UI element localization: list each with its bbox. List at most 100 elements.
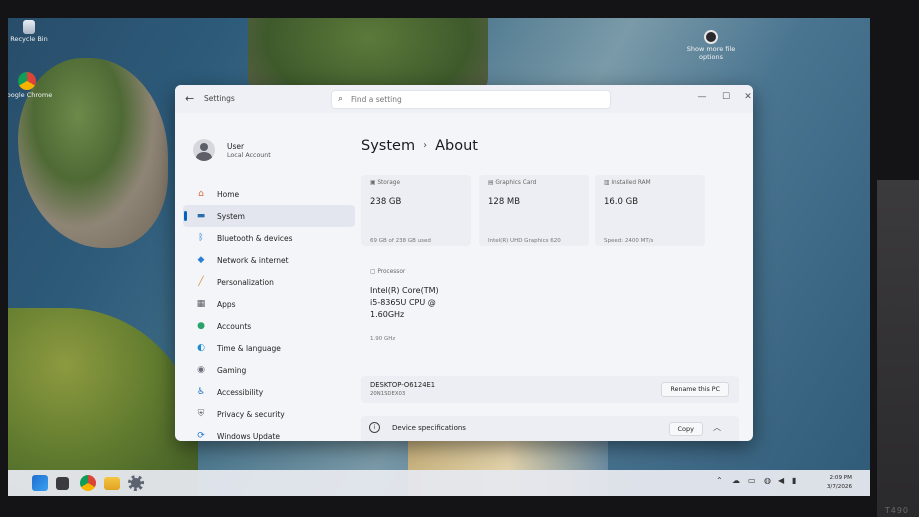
sidebar-item-gaming[interactable]: ◉ Gaming [183, 359, 355, 381]
ram-value: 16.0 GB [604, 197, 639, 207]
search-box[interactable]: ⌕ [331, 90, 611, 109]
graphics-model: Intel(R) UHD Graphics 620 [488, 238, 561, 244]
task-view-icon[interactable] [56, 477, 69, 490]
apps-icon: ▦ [196, 299, 206, 309]
sidebar-item-label: Network & internet [217, 255, 289, 265]
sidebar-item-bluetooth-devices[interactable]: ᛒ Bluetooth & devices [183, 227, 355, 249]
settings-taskbar-icon[interactable] [128, 475, 144, 491]
storage-usage: 69 GB of 238 GB used [370, 238, 431, 244]
processor-card[interactable]: ▢ Processor Intel(R) Core(TM) i5-8365U C… [361, 265, 709, 351]
sidebar-item-home[interactable]: ⌂ Home [183, 183, 355, 205]
sidebar-item-accounts[interactable]: ● Accounts [183, 315, 355, 337]
sidebar-nav: ⌂ Home ▬ System ᛒ Bluetooth & devices ◆ Network… [183, 183, 355, 441]
accessibility-icon: ♿ [196, 387, 206, 397]
close-button[interactable]: ✕ [741, 92, 753, 102]
desktop: Recycle Bin Google Chrome Show more file… [8, 18, 870, 496]
chevron-up-icon[interactable]: ︿ [713, 422, 721, 433]
breadcrumb: System › About [361, 138, 478, 154]
storage-card[interactable]: ▣ Storage 238 GB 69 GB of 238 GB used [361, 175, 471, 246]
network-icon[interactable]: ◍ [764, 476, 771, 485]
sidebar-item-label: Home [217, 189, 240, 199]
home-icon: ⌂ [198, 189, 204, 199]
device-name: DESKTOP-O6124E1 [370, 381, 436, 389]
graphics-label: ▤ Graphics Card [488, 180, 537, 186]
ram-label: ▥ Installed RAM [604, 180, 651, 186]
minimize-button[interactable]: — [695, 92, 709, 102]
shield-icon: ⛨ [197, 409, 205, 419]
main-content: System › About ▣ Storage 238 GB 69 GB of 2… [361, 113, 753, 441]
user-profile[interactable]: User Local Account [193, 139, 353, 169]
ram-card[interactable]: ▥ Installed RAM 16.0 GB Speed: 2400 MT/s [595, 175, 705, 246]
sidebar-item-system[interactable]: ▬ System [183, 205, 355, 227]
breadcrumb-system[interactable]: System [361, 138, 415, 154]
graphics-value: 128 MB [488, 197, 521, 207]
title-bar: ← Settings ⌕ — ☐ ✕ [175, 85, 753, 113]
volume-icon[interactable]: ◀ [778, 476, 784, 485]
system-icon: ▬ [196, 211, 206, 221]
chrome-icon [18, 72, 36, 90]
globe-icon: ◐ [197, 343, 205, 353]
sidebar-item-windows-update[interactable]: ⟳ Windows Update [183, 425, 355, 441]
app-title: Settings [204, 94, 235, 103]
desktop-icon-options[interactable]: Show more file options [684, 30, 738, 62]
wallpaper-hill [8, 308, 198, 496]
sidebar-item-label: Privacy & security [217, 409, 285, 419]
desk-background [877, 180, 919, 517]
info-icon: i [369, 422, 380, 433]
taskbar: ⌃ ☁ ▭ ◍ ◀ ▮ 2:09 PM 3/7/2026 [8, 470, 870, 496]
sidebar-item-label: Accounts [217, 321, 252, 331]
cloud-icon[interactable]: ☁ [732, 476, 740, 485]
breadcrumb-separator: › [423, 140, 428, 151]
device-specifications-header[interactable]: i Device specifications Copy ︿ [361, 416, 739, 441]
accounts-icon: ● [197, 321, 205, 331]
laptop-model-logo: T490 [884, 506, 909, 515]
sidebar-item-label: Gaming [217, 365, 247, 375]
processor-value: Intel(R) Core(TM) i5-8365U CPU @ 1.60GHz [370, 286, 439, 319]
gear-icon [704, 30, 718, 44]
search-input[interactable] [351, 93, 601, 106]
update-icon: ⟳ [197, 431, 205, 441]
clock-time: 2:09 PM [829, 475, 852, 481]
chevron-up-tray-icon[interactable]: ⌃ [716, 476, 723, 485]
back-arrow-icon[interactable]: ← [185, 92, 194, 105]
device-specifications-title: Device specifications [392, 424, 466, 432]
user-account-type: Local Account [227, 152, 271, 159]
clock[interactable]: 2:09 PM 3/7/2026 [827, 474, 852, 492]
wifi-icon: ◆ [197, 255, 205, 265]
sidebar-item-label: System [217, 211, 245, 221]
sidebar-item-label: Time & language [217, 343, 281, 353]
sidebar-item-personalization[interactable]: ╱ Personalization [183, 271, 355, 293]
brush-icon: ╱ [198, 277, 204, 287]
sidebar-item-time-language[interactable]: ◐ Time & language [183, 337, 355, 359]
display-icon[interactable]: ▭ [748, 476, 756, 485]
sidebar-item-privacy-security[interactable]: ⛨ Privacy & security [183, 403, 355, 425]
desktop-icon-chrome[interactable]: Google Chrome [8, 72, 54, 100]
desktop-icon-recycle-bin[interactable]: Recycle Bin [8, 20, 56, 44]
spec-cards: ▣ Storage 238 GB 69 GB of 238 GB used ▤ … [361, 175, 709, 246]
breadcrumb-about: About [435, 138, 478, 154]
settings-window: ← Settings ⌕ — ☐ ✕ User Local Account ⌂ H… [175, 85, 753, 441]
battery-icon[interactable]: ▮ [792, 476, 796, 485]
search-icon: ⌕ [338, 94, 344, 104]
recycle-bin-icon [23, 20, 35, 34]
sidebar-item-label: Apps [217, 299, 236, 309]
sidebar-item-network-internet[interactable]: ◆ Network & internet [183, 249, 355, 271]
sidebar-item-label: Accessibility [217, 387, 264, 397]
clock-date: 3/7/2026 [826, 484, 852, 490]
device-model: 20N1SDEX03 [370, 391, 406, 397]
chrome-taskbar-icon[interactable] [80, 475, 96, 491]
copy-button[interactable]: Copy [668, 422, 703, 436]
ram-speed: Speed: 2400 MT/s [604, 238, 654, 244]
graphics-card[interactable]: ▤ Graphics Card 128 MB Intel(R) UHD Grap… [479, 175, 589, 246]
start-icon[interactable] [32, 475, 48, 491]
file-explorer-icon[interactable] [104, 477, 120, 490]
device-name-row: DESKTOP-O6124E1 20N1SDEX03 Rename this P… [361, 376, 739, 403]
storage-value: 238 GB [370, 197, 402, 207]
maximize-button[interactable]: ☐ [719, 92, 733, 102]
storage-label: ▣ Storage [370, 180, 401, 186]
sidebar-item-apps[interactable]: ▦ Apps [183, 293, 355, 315]
gamepad-icon: ◉ [197, 365, 205, 375]
rename-pc-button[interactable]: Rename this PC [661, 382, 729, 397]
sidebar-item-accessibility[interactable]: ♿ Accessibility [183, 381, 355, 403]
sidebar-item-label: Windows Update [217, 431, 281, 441]
